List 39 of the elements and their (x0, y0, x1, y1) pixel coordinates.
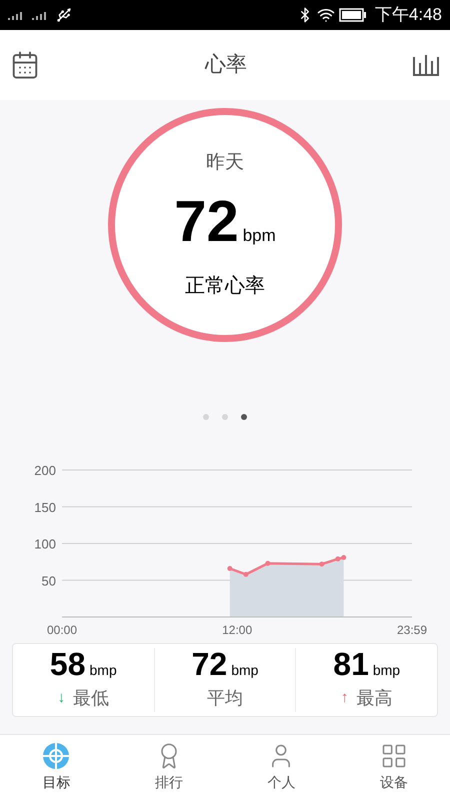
nav-tab[interactable]: 设备 (338, 735, 450, 800)
stat-value: 58 (50, 648, 86, 680)
nav-tab[interactable]: 个人 (225, 735, 338, 800)
y-axis-label: 150 (34, 500, 56, 515)
nav-tab[interactable]: 排行 (112, 735, 225, 800)
wifi-icon (316, 6, 335, 24)
stat-label: 最低 (73, 687, 110, 710)
grid-icon (380, 742, 408, 770)
battery-icon (338, 8, 367, 22)
data-point (243, 572, 248, 577)
page-title: 心率 (205, 52, 247, 78)
stat-unit: bmp (231, 661, 258, 680)
stat-unit: bmp (372, 661, 400, 680)
down-arrow-icon: ↓ (58, 687, 66, 710)
clock: 下午4:48 (374, 4, 442, 26)
usb-icon (56, 7, 72, 23)
x-axis-label: 23:59 (396, 623, 428, 637)
status-label: 正常心率 (185, 274, 265, 300)
unit-label: bpm (242, 225, 276, 248)
x-axis-label: 00:00 (46, 623, 78, 637)
target-icon (42, 742, 70, 770)
data-point (265, 560, 270, 566)
stat-unit: bmp (90, 661, 117, 680)
stat-label: 平均 (207, 687, 243, 710)
data-point (227, 566, 232, 571)
bar-chart-button[interactable] (412, 53, 440, 77)
up-arrow-icon: ↑ (340, 687, 348, 710)
stat-value: 72 (192, 648, 228, 680)
heart-rate-value: 72 (174, 193, 239, 252)
nav-tab[interactable]: 目标 (0, 735, 112, 800)
y-axis-label: 200 (34, 463, 56, 478)
data-point (319, 562, 324, 567)
calendar-button[interactable] (10, 50, 40, 80)
y-axis-label: 50 (42, 573, 56, 588)
stat-label: 最高 (356, 687, 392, 710)
x-axis-label: 12:00 (222, 623, 252, 637)
y-axis-label: 100 (34, 536, 56, 552)
period-label: 昨天 (206, 150, 244, 175)
stat-value: 81 (333, 648, 369, 680)
